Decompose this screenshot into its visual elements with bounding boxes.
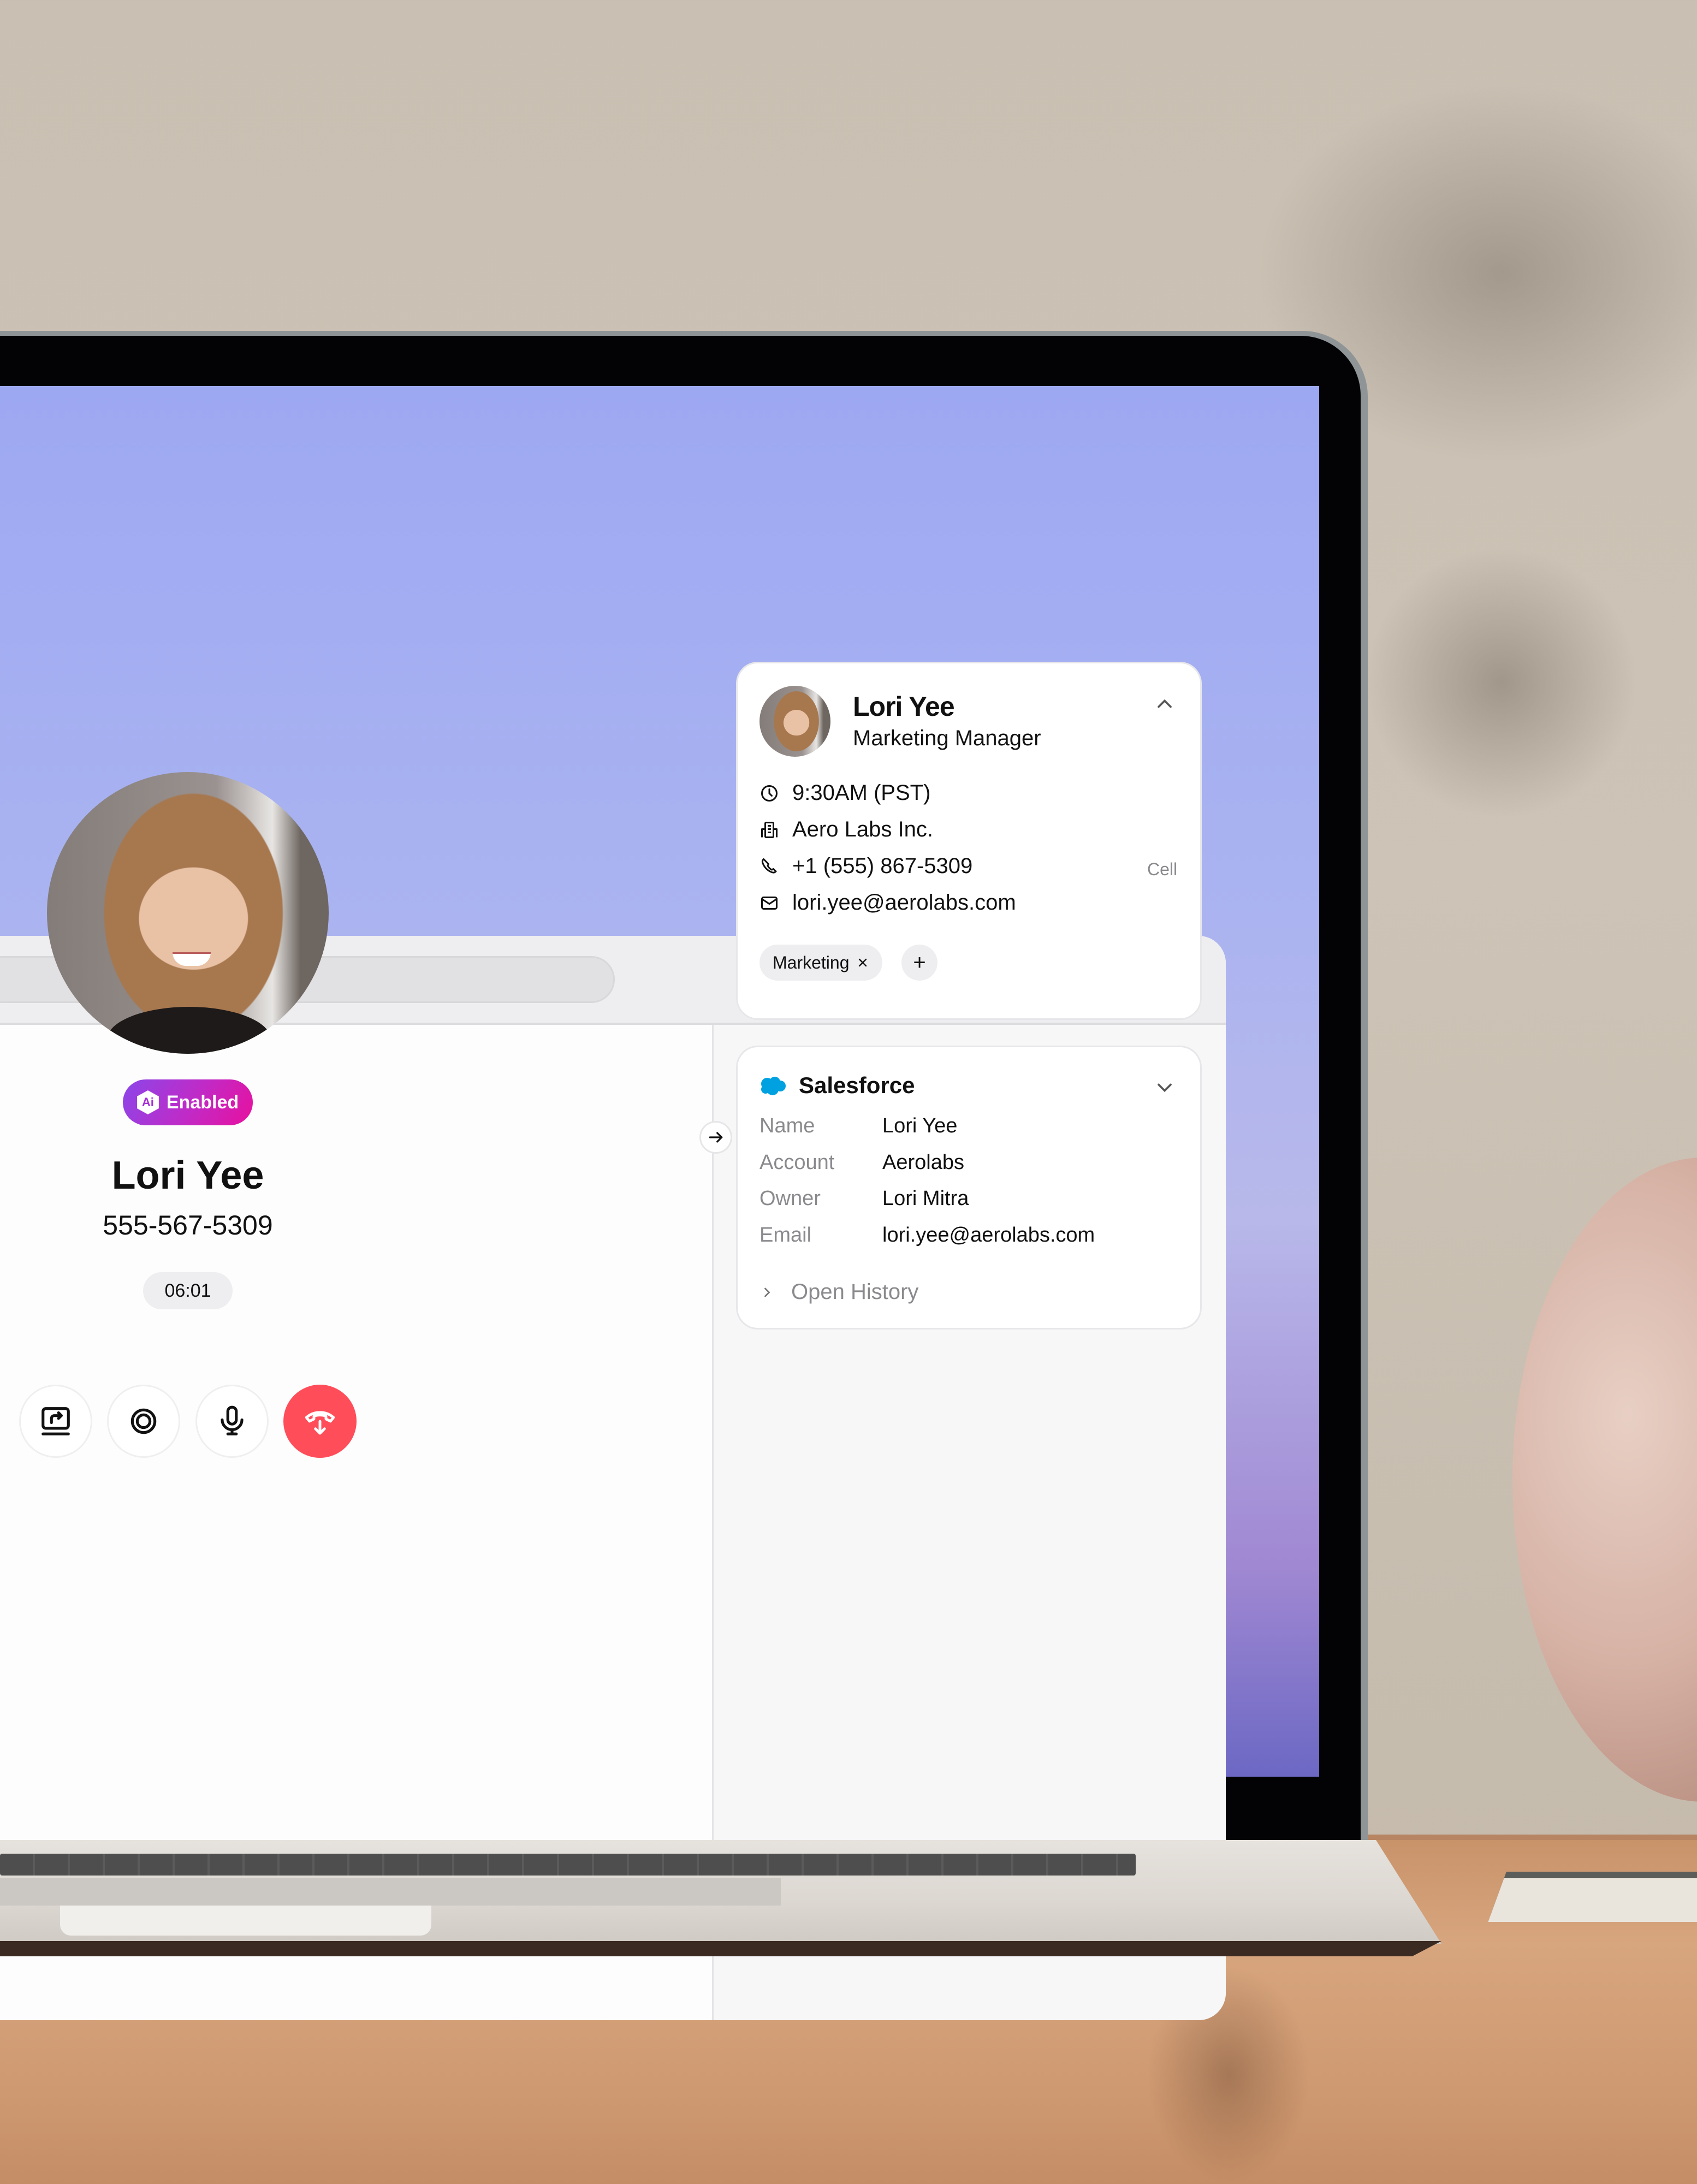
mail-icon [761,896,778,910]
field-label: Name [760,1114,815,1137]
record-button[interactable] [107,1385,180,1458]
ai-icon: Ai [137,1090,159,1114]
add-tag-button[interactable]: + [901,945,937,981]
salesforce-title: Salesforce [799,1072,915,1098]
laptop-lid-notch [60,1906,431,1936]
field-label: Account [760,1151,835,1174]
chevron-right-icon [764,1287,770,1297]
field-value: lori.yee@aerolabs.com [882,1224,1095,1247]
decorative-vase [1512,1158,1697,1802]
chevron-down-icon[interactable] [1153,1076,1177,1100]
field-label: Owner [760,1187,821,1210]
building-icon [761,821,778,838]
tag-chip: Marketing [760,945,882,981]
field-value: Lori Mitra [882,1187,969,1210]
remove-tag-icon[interactable] [856,956,869,969]
mute-button[interactable] [195,1385,269,1458]
caller-avatar [47,772,329,1054]
hang-up-icon [305,1411,335,1435]
company-name: Aero Labs Inc. [792,817,933,841]
phone-icon [761,858,777,874]
call-timer: 06:01 [143,1272,233,1309]
ai-badge-label: Enabled [166,1091,239,1113]
tag-label: Marketing [773,952,850,972]
local-time-row: 9:30AM (PST) [760,781,930,805]
open-history-label: Open History [791,1280,919,1304]
contact-phone: +1 (555) 867-5309 [792,854,973,878]
contact-email: lori.yee@aerolabs.com [792,891,1016,915]
book [1488,1878,1697,1922]
phone-row[interactable]: +1 (555) 867-5309 [760,854,972,879]
laptop-palmrest [0,1878,781,1906]
local-time: 9:30AM (PST) [792,781,931,805]
chevron-up-icon[interactable] [1153,692,1177,716]
share-screen-button[interactable] [19,1385,92,1458]
field-value: Lori Yee [882,1114,958,1137]
laptop-base-shadow [0,1941,1441,1956]
end-call-button[interactable] [283,1385,357,1458]
microphone-icon [221,1405,244,1435]
wall-shadow [1365,546,1638,819]
caller-phone: 555-567-5309 [103,1210,273,1241]
contact-card: Lori Yee Marketing Manager 9:30AM (PST) … [736,662,1202,1020]
field-value: Aerolabs [882,1151,964,1174]
toggle-sidebar-button[interactable] [699,1121,732,1154]
share-screen-icon [41,1407,70,1435]
arrow-right-icon [709,1132,723,1143]
contact-title: Marketing Manager [853,726,1041,750]
salesforce-logo-icon [761,1077,786,1095]
email-row[interactable]: lori.yee@aerolabs.com [760,891,1016,915]
caller-name: Lori Yee [111,1154,264,1197]
clock-icon [761,785,778,802]
company-row: Aero Labs Inc. [760,817,933,842]
salesforce-card: Salesforce Name Lori Yee Account Aerolab… [736,1046,1202,1330]
ai-enabled-badge[interactable]: Ai Enabled [123,1079,253,1125]
contact-avatar [760,686,830,757]
phone-type-label: Cell [1147,859,1178,879]
contact-name: Lori Yee [853,691,955,722]
record-icon [130,1408,157,1434]
laptop-keyboard [0,1854,1136,1876]
open-history-link[interactable]: Open History [760,1280,918,1304]
field-label: Email [760,1224,812,1247]
